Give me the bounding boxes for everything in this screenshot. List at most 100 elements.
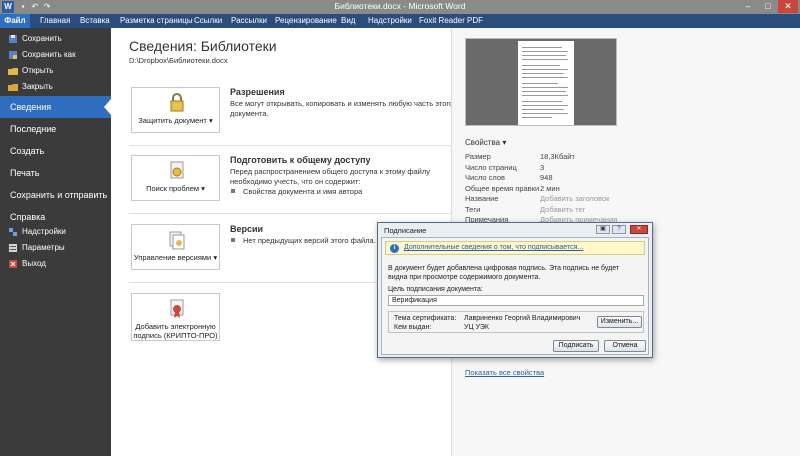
nav-close[interactable]: Закрыть — [0, 79, 111, 95]
nav-exit-label: Выход — [22, 259, 46, 268]
dialog-title: Подписание — [384, 226, 427, 235]
inspect-document-icon — [170, 161, 184, 179]
properties-title: Свойства — [465, 138, 501, 147]
sign-dialog: Подписание ▣ ? ✕ i Дополнительные сведен… — [377, 222, 653, 358]
exit-icon — [9, 260, 17, 268]
property-key: Теги — [465, 204, 481, 214]
nav-open-label: Открыть — [22, 66, 54, 75]
add-digital-signature-label: Добавить электронную подпись (КРИПТО-ПРО… — [133, 322, 218, 340]
save-icon — [9, 35, 17, 43]
nav-options[interactable]: Параметры — [0, 240, 111, 256]
file-path: D:\Dropbox\Библиотеки.docx — [129, 56, 228, 65]
property-row: Размер 18,3Кбайт — [465, 152, 785, 163]
nav-new[interactable]: Создать — [0, 140, 111, 162]
property-value: 18,3Кбайт — [540, 152, 575, 161]
nav-addins[interactable]: Надстройки — [0, 224, 111, 240]
permissions-text: Все могут открывать, копировать и изменя… — [230, 99, 454, 118]
cert-subject-label: Тема сертификата: — [394, 315, 457, 322]
add-digital-signature-button[interactable]: Добавить электронную подпись (КРИПТО-ПРО… — [131, 293, 220, 341]
dialog-message: В документ будет добавлена цифровая подп… — [388, 265, 620, 281]
title-bar: W ▪ ↶ ↷ Библиотеки.docx - Microsoft Word… — [0, 0, 800, 14]
more-info-link[interactable]: Дополнительные сведения о том, что подпи… — [404, 244, 583, 251]
nav-recent[interactable]: Последние — [0, 118, 111, 140]
manage-versions-button[interactable]: Управление версиями ▾ — [131, 224, 220, 270]
property-key: Размер — [465, 152, 491, 161]
cancel-button[interactable]: Отмена — [604, 340, 646, 352]
divider — [129, 213, 452, 214]
prepare-bullet: Свойства документа и имя автора — [230, 187, 362, 196]
property-key: Число страниц — [465, 162, 517, 172]
check-issues-button[interactable]: Поиск проблем ▾ — [131, 155, 220, 201]
backstage-nav: Сохранить Сохранить как Открыть Закрыть … — [0, 28, 111, 456]
nav-save-as-label: Сохранить как — [22, 50, 76, 59]
info-icon: i — [390, 244, 399, 253]
tab-references[interactable]: Ссылки — [194, 14, 222, 28]
show-all-properties-link[interactable]: Показать все свойства — [465, 368, 544, 377]
property-value: 948 — [540, 173, 553, 182]
dialog-help-icon[interactable]: ? — [612, 225, 626, 234]
nav-close-label: Закрыть — [22, 82, 53, 91]
issued-by-label: Кем выдан: — [394, 324, 432, 331]
tab-addins[interactable]: Надстройки — [368, 14, 412, 28]
nav-info[interactable]: Сведения — [0, 96, 111, 118]
property-key: Название — [465, 194, 499, 203]
property-key: Число слов — [465, 173, 506, 182]
maximize-icon[interactable]: □ — [758, 0, 778, 13]
property-value[interactable]: Добавить заголовок — [540, 194, 609, 203]
nav-addins-label: Надстройки — [22, 227, 66, 236]
folder-close-icon — [8, 84, 18, 91]
protect-document-label: Защитить документ — [138, 116, 207, 125]
certificate-box: Тема сертификата: Лавриненко Георгий Вла… — [388, 311, 644, 333]
nav-save-as[interactable]: Сохранить как — [0, 47, 111, 63]
tab-review[interactable]: Рецензирование — [275, 14, 337, 28]
window-title: Библиотеки.docx - Microsoft Word — [334, 1, 466, 11]
nav-options-label: Параметры — [22, 243, 65, 252]
change-certificate-button[interactable]: Изменить... — [597, 316, 642, 328]
tab-page-layout[interactable]: Разметка страницы — [120, 14, 193, 28]
tab-mailings[interactable]: Рассылки — [231, 14, 267, 28]
property-key: Общее время правки — [465, 183, 540, 193]
nav-save[interactable]: Сохранить — [0, 31, 111, 47]
property-value: 2 мин — [540, 183, 560, 193]
nav-save-label: Сохранить — [22, 34, 62, 43]
dialog-menu-icon[interactable]: ▣ — [596, 225, 610, 234]
tab-view[interactable]: Вид — [341, 14, 355, 28]
prepare-text: Перед распространением общего доступа к … — [230, 167, 430, 186]
property-row: Общее время правки 2 мин — [465, 184, 785, 195]
nav-save-send[interactable]: Сохранить и отправить — [0, 184, 111, 206]
protect-document-button[interactable]: Защитить документ ▾ — [131, 87, 220, 133]
property-row: Число слов 948 — [465, 173, 785, 184]
tab-insert[interactable]: Вставка — [80, 14, 110, 28]
dialog-body: i Дополнительные сведения о том, что под… — [381, 237, 649, 355]
tab-file[interactable]: Файл — [0, 14, 30, 28]
tab-home[interactable]: Главная — [40, 14, 70, 28]
versions-text: Нет предыдущих версий этого файла. — [230, 236, 376, 245]
nav-exit[interactable]: Выход — [0, 256, 111, 272]
property-value[interactable]: Добавить тег — [540, 205, 586, 214]
manage-versions-label: Управление версиями — [133, 253, 212, 262]
lock-icon — [170, 93, 184, 112]
save-as-icon — [9, 51, 17, 59]
purpose-label: Цель подписания документа: — [388, 286, 483, 293]
nav-open[interactable]: Открыть — [0, 63, 111, 79]
property-row: Число страниц 3 — [465, 163, 785, 174]
signature-ribbon-icon — [170, 299, 184, 318]
options-icon — [9, 244, 17, 252]
purpose-input[interactable]: Верификация — [388, 295, 644, 306]
dialog-close-icon[interactable]: ✕ — [630, 225, 648, 234]
page-title: Сведения: Библиотеки — [129, 38, 277, 54]
close-icon[interactable]: ✕ — [778, 0, 798, 13]
document-preview[interactable] — [465, 38, 617, 126]
minimize-icon[interactable]: – — [738, 0, 758, 13]
info-bar: i Дополнительные сведения о том, что под… — [385, 241, 645, 255]
nav-print[interactable]: Печать — [0, 162, 111, 184]
sign-button[interactable]: Подписать — [553, 340, 599, 352]
properties-dropdown[interactable]: Свойства ▾ — [465, 138, 506, 147]
issued-by-value: УЦ УЭК — [464, 324, 489, 331]
property-value: 3 — [540, 162, 545, 172]
tab-foxit[interactable]: Foxit Reader PDF — [419, 14, 483, 28]
check-issues-label: Поиск проблем — [146, 184, 200, 193]
document-page-thumbnail — [518, 41, 574, 125]
prepare-title: Подготовить к общему доступу — [230, 155, 371, 165]
divider — [129, 145, 452, 146]
